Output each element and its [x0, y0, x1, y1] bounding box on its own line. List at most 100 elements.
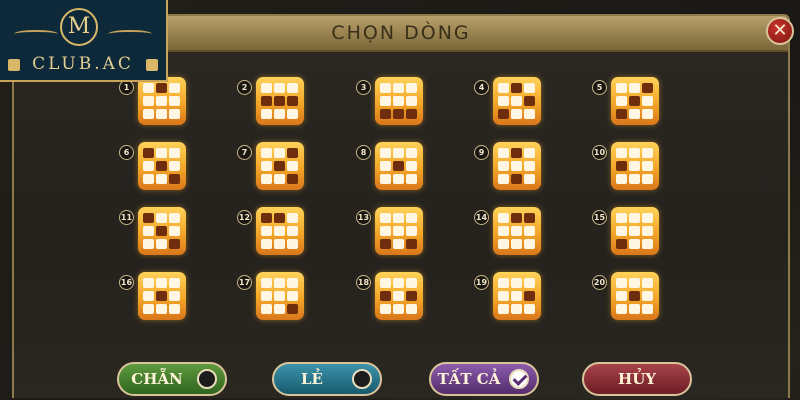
pattern-cell: [169, 213, 180, 223]
pattern-cell: [406, 239, 417, 249]
pattern-cell: [524, 96, 535, 106]
line-number: 3: [356, 80, 371, 95]
pattern-cell: [629, 304, 640, 314]
pattern-cell: [498, 161, 509, 171]
select-all-button[interactable]: TẤT CẢ: [429, 362, 539, 396]
pattern-cell: [380, 96, 391, 106]
line-tile-12[interactable]: [256, 207, 304, 255]
pattern-cell: [287, 148, 298, 158]
even-radio-indicator[interactable]: [197, 369, 217, 389]
line-tile-20[interactable]: [611, 272, 659, 320]
line-tile-19[interactable]: [493, 272, 541, 320]
pattern-cell: [261, 148, 272, 158]
pattern-cell: [143, 109, 154, 119]
pattern-cell: [261, 213, 272, 223]
cancel-button[interactable]: HỦY: [582, 362, 692, 396]
dice-icon: [146, 59, 158, 71]
pattern-cell: [511, 96, 522, 106]
odd-button[interactable]: LẺ: [272, 362, 382, 396]
pattern-cell: [498, 226, 509, 236]
line-tile-2[interactable]: [256, 77, 304, 125]
line-tile-8[interactable]: [375, 142, 423, 190]
pattern-cell: [261, 278, 272, 288]
line-tile-4[interactable]: [493, 77, 541, 125]
pattern-cell: [406, 213, 417, 223]
line-tile-15[interactable]: [611, 207, 659, 255]
pattern-cell: [511, 161, 522, 171]
pattern-cell: [524, 291, 535, 301]
pattern-cell: [498, 291, 509, 301]
pattern-cell: [511, 291, 522, 301]
line-tile-3[interactable]: [375, 77, 423, 125]
logo-left-wing: [14, 30, 58, 38]
pattern-cell: [616, 109, 627, 119]
pattern-cell: [156, 239, 167, 249]
select-all-button-label: TẤT CẢ: [437, 370, 501, 388]
pattern-cell: [498, 174, 509, 184]
pattern-cell: [156, 148, 167, 158]
pattern-cell: [511, 109, 522, 119]
line-tile-16[interactable]: [138, 272, 186, 320]
line-number: 18: [356, 275, 371, 290]
pattern-cell: [143, 174, 154, 184]
pattern-cell: [274, 304, 285, 314]
pattern-cell: [393, 226, 404, 236]
pattern-cell: [642, 83, 653, 93]
pattern-cell: [629, 213, 640, 223]
odd-radio-indicator[interactable]: [352, 369, 372, 389]
line-tile-14[interactable]: [493, 207, 541, 255]
line-tile-6[interactable]: [138, 142, 186, 190]
pattern-cell: [642, 213, 653, 223]
line-tile-18[interactable]: [375, 272, 423, 320]
line-number: 13: [356, 210, 371, 225]
pattern-cell: [156, 83, 167, 93]
pattern-cell: [156, 304, 167, 314]
line-tile-13[interactable]: [375, 207, 423, 255]
checkmark-icon[interactable]: [509, 369, 529, 389]
line-tile-1[interactable]: [138, 77, 186, 125]
pattern-cell: [380, 148, 391, 158]
pattern-cell: [274, 291, 285, 301]
pattern-cell: [287, 109, 298, 119]
line-number: 11: [119, 210, 134, 225]
line-tile-7[interactable]: [256, 142, 304, 190]
pattern-cell: [629, 161, 640, 171]
line-number: 9: [474, 145, 489, 160]
pattern-cell: [406, 226, 417, 236]
pattern-cell: [406, 148, 417, 158]
pattern-cell: [524, 109, 535, 119]
pattern-cell: [642, 291, 653, 301]
pattern-cell: [406, 174, 417, 184]
pattern-cell: [156, 96, 167, 106]
pattern-cell: [274, 83, 285, 93]
line-tile-5[interactable]: [611, 77, 659, 125]
pattern-cell: [380, 304, 391, 314]
line-number: 16: [119, 275, 134, 290]
pattern-cell: [616, 213, 627, 223]
pattern-cell: [287, 291, 298, 301]
line-tile-9[interactable]: [493, 142, 541, 190]
pattern-cell: [629, 148, 640, 158]
close-icon[interactable]: ✕: [766, 17, 794, 45]
even-button[interactable]: CHẴN: [117, 362, 227, 396]
pattern-cell: [511, 213, 522, 223]
line-tile-10[interactable]: [611, 142, 659, 190]
pattern-cell: [143, 278, 154, 288]
pattern-cell: [642, 174, 653, 184]
pattern-cell: [380, 174, 391, 184]
pattern-cell: [380, 161, 391, 171]
pattern-cell: [616, 239, 627, 249]
pattern-cell: [261, 226, 272, 236]
pattern-cell: [642, 278, 653, 288]
pattern-cell: [274, 239, 285, 249]
line-number: 5: [592, 80, 607, 95]
pattern-cell: [287, 239, 298, 249]
odd-button-label: LẺ: [301, 370, 323, 388]
pattern-cell: [629, 109, 640, 119]
pattern-cell: [498, 96, 509, 106]
pattern-cell: [169, 109, 180, 119]
line-tile-17[interactable]: [256, 272, 304, 320]
pattern-cell: [261, 239, 272, 249]
line-number: 15: [592, 210, 607, 225]
line-tile-11[interactable]: [138, 207, 186, 255]
